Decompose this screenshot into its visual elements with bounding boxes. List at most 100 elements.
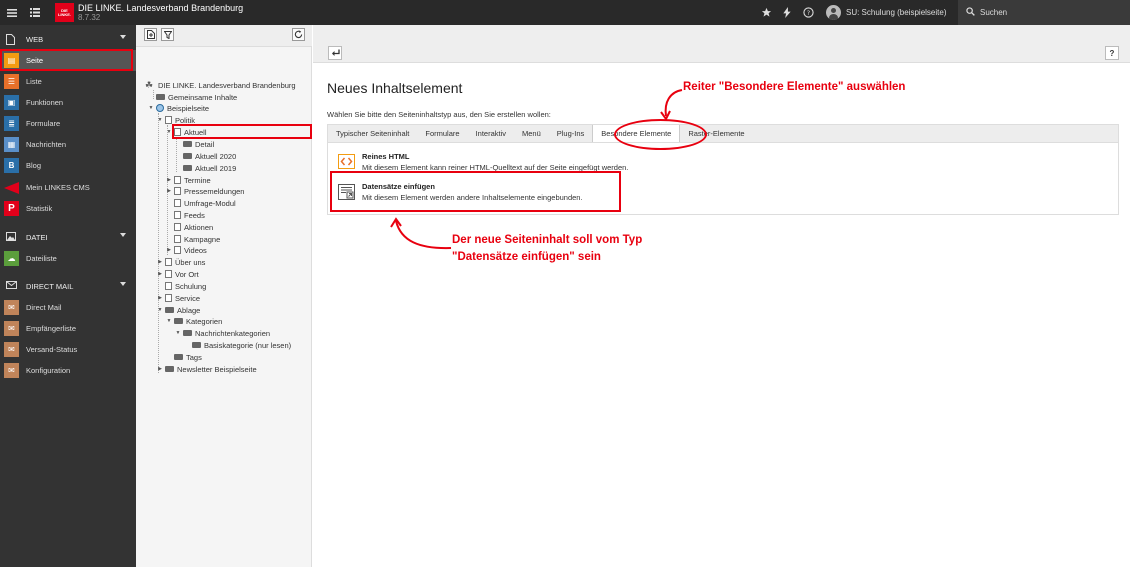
tree-node[interactable]: ▶ Videos	[165, 244, 207, 256]
bookmark-star-icon[interactable]	[755, 0, 777, 25]
tree-node[interactable]: ▶ Service	[156, 292, 200, 304]
tree-node-label: DIE LINKE. Landesverband Brandenburg	[158, 80, 296, 90]
folder-icon	[174, 354, 183, 360]
module-statistik-label: Statistik	[26, 204, 53, 213]
tree-node-label: Gemeinsame Inhalte	[168, 92, 238, 102]
tree-node[interactable]: Aktuell 2019	[174, 162, 236, 174]
module-blog-label: Blog	[26, 161, 42, 170]
tree-node-label: Kategorien	[186, 316, 223, 326]
tab-menu[interactable]: Menü	[514, 125, 549, 142]
tree-node[interactable]: Tags	[165, 351, 202, 363]
menu-toggle-icon[interactable]	[1, 0, 23, 25]
expand-caret-icon[interactable]: ▶	[165, 188, 173, 194]
module-liste-label: Liste	[26, 77, 42, 86]
tab-plug-ins[interactable]: Plug-Ins	[549, 125, 593, 142]
tab-typischer-seiteninhalt[interactable]: Typischer Seiteninhalt	[328, 125, 417, 142]
module-blog[interactable]: B Blog	[0, 155, 136, 176]
tree-node[interactable]: ▶ Vor Ort	[156, 268, 199, 280]
expand-caret-icon[interactable]: ▶	[165, 247, 173, 253]
module-group-datei[interactable]: DATEI	[0, 227, 136, 247]
module-versand-status[interactable]: ✉ Versand-Status	[0, 339, 136, 360]
image-file-icon	[6, 231, 19, 243]
folder-icon	[165, 366, 174, 372]
typo3-root-icon: ☘	[145, 79, 154, 90]
collapse-caret-icon[interactable]: ▼	[156, 117, 164, 123]
avatar	[826, 5, 841, 20]
tree-node[interactable]: Aktuell 2020	[174, 150, 236, 162]
chevron-down-icon	[120, 35, 126, 39]
user-menu[interactable]: SU: Schulung (beispielseite)	[826, 4, 947, 21]
page-icon	[174, 211, 181, 219]
expand-caret-icon[interactable]: ▶	[156, 366, 164, 372]
module-group-web[interactable]: WEB	[0, 29, 136, 49]
module-funktionen[interactable]: ▣ Funktionen	[0, 92, 136, 113]
mail-config-icon: ✉	[4, 363, 19, 378]
collapse-caret-icon[interactable]: ▼	[165, 318, 173, 324]
expand-caret-icon[interactable]: ▶	[156, 271, 164, 277]
envelope-icon	[6, 280, 19, 292]
tab-interaktiv[interactable]: Interaktiv	[468, 125, 514, 142]
module-konfiguration[interactable]: ✉ Konfiguration	[0, 360, 136, 381]
flash-cache-icon[interactable]	[776, 0, 798, 25]
module-direct-mail[interactable]: ✉ Direct Mail	[0, 297, 136, 318]
refresh-icon[interactable]	[292, 28, 305, 41]
expand-caret-icon[interactable]: ▶	[156, 259, 164, 265]
tree-node[interactable]: Schulung	[156, 280, 206, 292]
collapse-caret-icon[interactable]: ▼	[174, 330, 182, 336]
tree-toggle-icon[interactable]	[24, 0, 46, 25]
page-title: Neues Inhaltselement	[327, 80, 463, 96]
page-icon	[174, 199, 181, 207]
expand-caret-icon[interactable]: ▶	[165, 177, 173, 183]
tree-node[interactable]: ▶ Pressemeldungen	[165, 185, 244, 197]
tree-root[interactable]: ☘ DIE LINKE. Landesverband Brandenburg	[145, 79, 296, 91]
tree-node-label: Termine	[184, 175, 211, 185]
back-button[interactable]	[328, 46, 342, 60]
tree-node[interactable]: ▼ Nachrichtenkategorien	[174, 327, 271, 339]
tree-node[interactable]: ▶ Über uns	[156, 256, 205, 268]
linke-arrow-icon	[4, 180, 19, 195]
module-empfaengerliste[interactable]: ✉ Empfängerliste	[0, 318, 136, 339]
tree-node[interactable]: ▶ Newsletter Beispielseite	[156, 363, 257, 375]
help-circle-icon[interactable]: ?	[797, 0, 819, 25]
tree-node[interactable]: Feeds	[165, 209, 205, 221]
tree-node[interactable]: Detail	[174, 138, 214, 150]
module-group-direct-mail-label: DIRECT MAIL	[26, 281, 74, 291]
module-mein-linkes-cms[interactable]: Mein LINKES CMS	[0, 177, 136, 198]
filter-icon[interactable]	[161, 28, 174, 41]
page-icon	[165, 294, 172, 302]
tree-node-label: Aktuell 2020	[195, 151, 237, 161]
expand-caret-icon[interactable]: ▶	[156, 295, 164, 301]
annotation-highlight-seite	[0, 49, 133, 71]
tree-node[interactable]: Aktionen	[165, 221, 213, 233]
collapse-caret-icon[interactable]: ▼	[147, 105, 155, 111]
tree-node[interactable]: ▼ Kategorien	[165, 315, 223, 327]
tree-node[interactable]: Umfrage-Modul	[165, 197, 236, 209]
site-logo[interactable]: DIE LINKE.	[55, 3, 74, 22]
annotation-highlight-datensaetze	[330, 171, 621, 212]
tree-node[interactable]: Basiskategorie (nur lesen)	[183, 339, 291, 351]
folder-icon	[183, 153, 192, 159]
module-liste[interactable]: ☰ Liste	[0, 71, 136, 92]
tree-node[interactable]: ▼ Beispielseite	[147, 102, 210, 114]
module-formulare[interactable]: ≣ Formulare	[0, 113, 136, 134]
module-statistik[interactable]: P Statistik	[0, 198, 136, 219]
top-bar: DIE LINKE. DIE LINKE. Landesverband Bran…	[0, 0, 1130, 25]
web-page-icon	[6, 33, 19, 45]
module-nachrichten[interactable]: ▦ Nachrichten	[0, 134, 136, 155]
form-icon: ≣	[4, 116, 19, 131]
tab-formulare[interactable]: Formulare	[417, 125, 467, 142]
annotation-type-hint-line2: "Datensätze einfügen" sein	[452, 251, 601, 263]
search-label: Suchen	[980, 8, 1008, 17]
collapse-caret-icon[interactable]: ▼	[156, 307, 164, 313]
page-icon	[165, 116, 172, 124]
search-toolbar[interactable]: Suchen	[958, 0, 1130, 25]
tree-node-label: Kampagne	[184, 234, 221, 244]
intro-text: Wählen Sie bitte den Seiteninhaltstyp au…	[327, 110, 551, 119]
new-page-icon[interactable]	[144, 28, 157, 41]
help-button[interactable]: ?	[1105, 46, 1119, 60]
module-dateiliste[interactable]: ☁ Dateiliste	[0, 248, 136, 269]
module-group-direct-mail[interactable]: DIRECT MAIL	[0, 276, 136, 296]
module-funktionen-label: Funktionen	[26, 98, 64, 107]
chevron-down-icon	[120, 233, 126, 237]
page-icon	[165, 282, 172, 290]
